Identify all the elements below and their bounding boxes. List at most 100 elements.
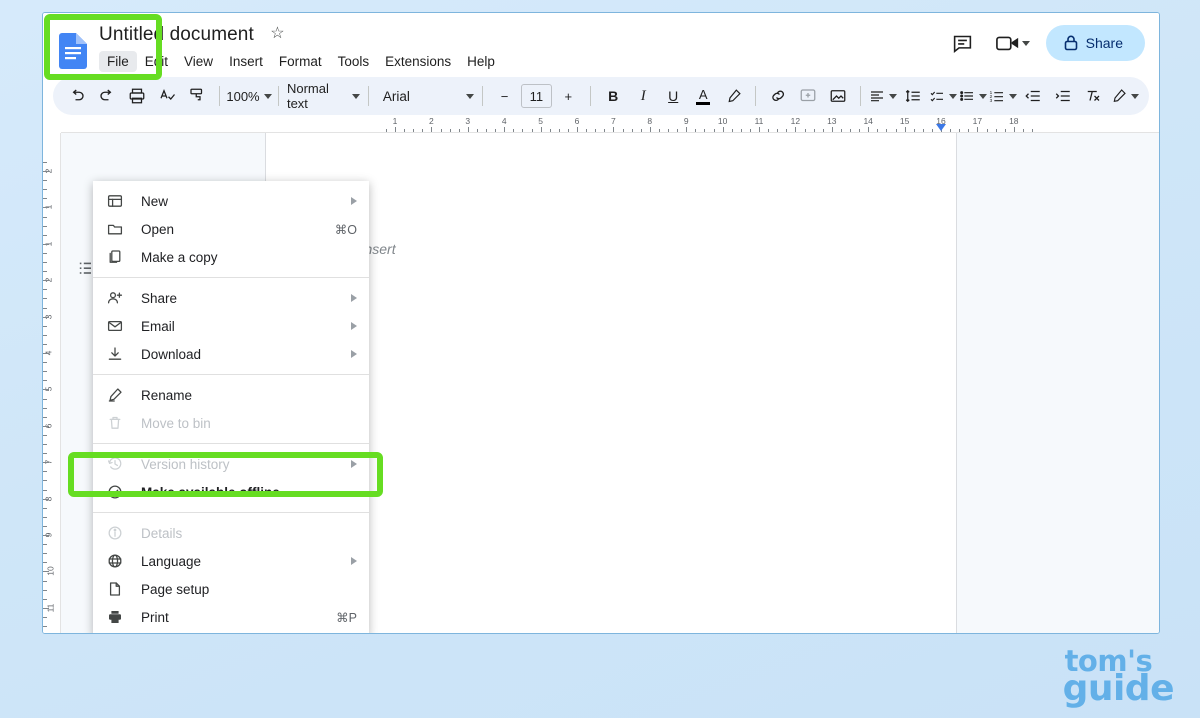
menu-insert[interactable]: Insert — [221, 51, 271, 72]
menu-tools[interactable]: Tools — [330, 51, 378, 72]
decrease-font-size-button[interactable]: − — [491, 82, 519, 110]
horizontal-ruler[interactable]: 1 2 3 4 5 6 7 8 9 10 11 12 13 14 15 16 17 18 — [61, 115, 1159, 133]
menu-extensions[interactable]: Extensions — [377, 51, 459, 72]
ruler-h-tick — [950, 129, 952, 132]
svg-text:3: 3 — [990, 98, 993, 103]
ruler-h-number: 10 — [717, 116, 728, 126]
file-menu-item-language[interactable]: Language — [93, 547, 369, 575]
chevron-down-icon[interactable] — [1021, 40, 1030, 46]
decrease-indent-icon[interactable] — [1019, 82, 1047, 110]
bulleted-list-icon[interactable] — [959, 82, 988, 110]
share-button[interactable]: Share — [1045, 25, 1145, 61]
ruler-v-tick — [43, 298, 47, 300]
add-comment-icon[interactable] — [794, 82, 822, 110]
undo-icon[interactable] — [63, 82, 91, 110]
indent-marker[interactable] — [936, 124, 946, 131]
menu-format[interactable]: Format — [271, 51, 330, 72]
file-menu-item-print[interactable]: Print ⌘P — [93, 603, 369, 631]
text-align-icon[interactable] — [869, 82, 898, 110]
paragraph-style-selector[interactable]: Normal text — [287, 81, 360, 111]
chevron-down-icon[interactable] — [949, 93, 958, 99]
chevron-down-icon[interactable] — [263, 93, 272, 99]
menu-item-label: Download — [141, 346, 202, 362]
underline-button[interactable]: U — [659, 82, 687, 110]
submenu-arrow-icon — [351, 294, 357, 302]
ruler-h-tick — [449, 129, 451, 132]
chevron-down-icon[interactable] — [979, 93, 988, 99]
zoom-level[interactable]: 100% — [226, 82, 272, 110]
line-spacing-icon[interactable] — [899, 82, 927, 110]
file-menu-item-download[interactable]: Download — [93, 340, 369, 368]
bold-button[interactable]: B — [599, 82, 627, 110]
increase-indent-icon[interactable] — [1049, 82, 1077, 110]
spellcheck-icon[interactable] — [153, 82, 181, 110]
ruler-h-tick — [840, 129, 842, 132]
numbered-list-icon[interactable]: 1 2 3 — [989, 82, 1018, 110]
ruler-h-tick — [495, 129, 497, 132]
highlight-pen-icon[interactable] — [719, 82, 747, 110]
italic-button[interactable]: I — [629, 82, 657, 110]
trash-icon — [107, 415, 129, 431]
chevron-down-icon[interactable] — [889, 93, 898, 99]
ruler-h-tick — [440, 129, 442, 132]
ruler-v-tick — [43, 616, 47, 618]
history-clock-icon — [107, 456, 129, 472]
file-menu-item-open[interactable]: Open ⌘O — [93, 215, 369, 243]
star-icon[interactable]: ☆ — [270, 23, 284, 43]
file-menu-item-rename[interactable]: Rename — [93, 381, 369, 409]
ruler-h-tick — [531, 129, 533, 132]
file-menu-item-email[interactable]: Email — [93, 312, 369, 340]
ruler-v-tick — [43, 444, 47, 445]
insert-image-icon[interactable] — [824, 82, 852, 110]
menu-edit[interactable]: Edit — [137, 51, 176, 72]
insert-link-icon[interactable] — [764, 82, 792, 110]
google-docs-logo[interactable] — [59, 33, 87, 69]
font-size-input[interactable]: 11 — [520, 84, 553, 108]
chevron-down-icon[interactable] — [1131, 93, 1140, 99]
menu-divider — [93, 443, 369, 444]
docs-header: Untitled document ☆ File Edit View Inser… — [43, 13, 1159, 77]
video-camera-button[interactable] — [995, 33, 1030, 53]
menu-item-label: Make a copy — [141, 249, 218, 265]
chevron-down-icon[interactable] — [351, 93, 360, 99]
chevron-down-icon[interactable] — [1009, 93, 1018, 99]
chevron-down-icon[interactable] — [465, 93, 474, 99]
globe-icon — [107, 553, 129, 569]
ruler-h-number: 1 — [392, 116, 398, 126]
vertical-ruler[interactable]: 21123456789101112 — [43, 133, 61, 633]
menu-file[interactable]: File — [99, 51, 137, 72]
increase-font-size-button[interactable]: + — [554, 82, 582, 110]
font-family-selector[interactable]: Arial — [377, 82, 474, 110]
menu-view[interactable]: View — [176, 51, 221, 72]
ruler-h-tick — [786, 129, 788, 132]
editing-mode-pen-icon[interactable] — [1111, 82, 1140, 110]
checklist-icon[interactable] — [929, 82, 958, 110]
file-menu-item-page-setup[interactable]: Page setup — [93, 575, 369, 603]
text-color-button[interactable]: A — [689, 82, 717, 110]
ruler-v-tick — [43, 389, 49, 391]
print-icon[interactable] — [123, 82, 151, 110]
ruler-v-tick — [43, 453, 47, 455]
file-menu-item-share[interactable]: Share — [93, 284, 369, 312]
redo-icon[interactable] — [93, 82, 121, 110]
file-menu-item-make-a-copy[interactable]: Make a copy — [93, 243, 369, 271]
ruler-h-tick — [476, 129, 478, 132]
paint-format-icon[interactable] — [183, 82, 211, 110]
ruler-h-tick — [677, 129, 679, 132]
text-color-letter: A — [698, 86, 708, 102]
ruler-h-tick — [804, 129, 806, 132]
file-menu-item-make-available-offline[interactable]: Make available offline — [93, 478, 369, 506]
clear-formatting-icon[interactable] — [1079, 82, 1107, 110]
ruler-h-tick — [977, 127, 979, 132]
header-right-controls: Share — [946, 25, 1145, 61]
file-menu-item-new[interactable]: New — [93, 187, 369, 215]
comment-icon[interactable] — [946, 26, 980, 60]
ruler-v-tick — [43, 252, 47, 254]
file-menu-item-version-history: Version history — [93, 450, 369, 478]
menu-help[interactable]: Help — [459, 51, 503, 72]
ruler-v-tick — [43, 362, 47, 364]
document-title[interactable]: Untitled document — [99, 24, 254, 45]
ruler-h-tick — [586, 129, 588, 132]
ruler-h-tick — [886, 129, 888, 132]
ruler-v-tick — [43, 544, 47, 546]
